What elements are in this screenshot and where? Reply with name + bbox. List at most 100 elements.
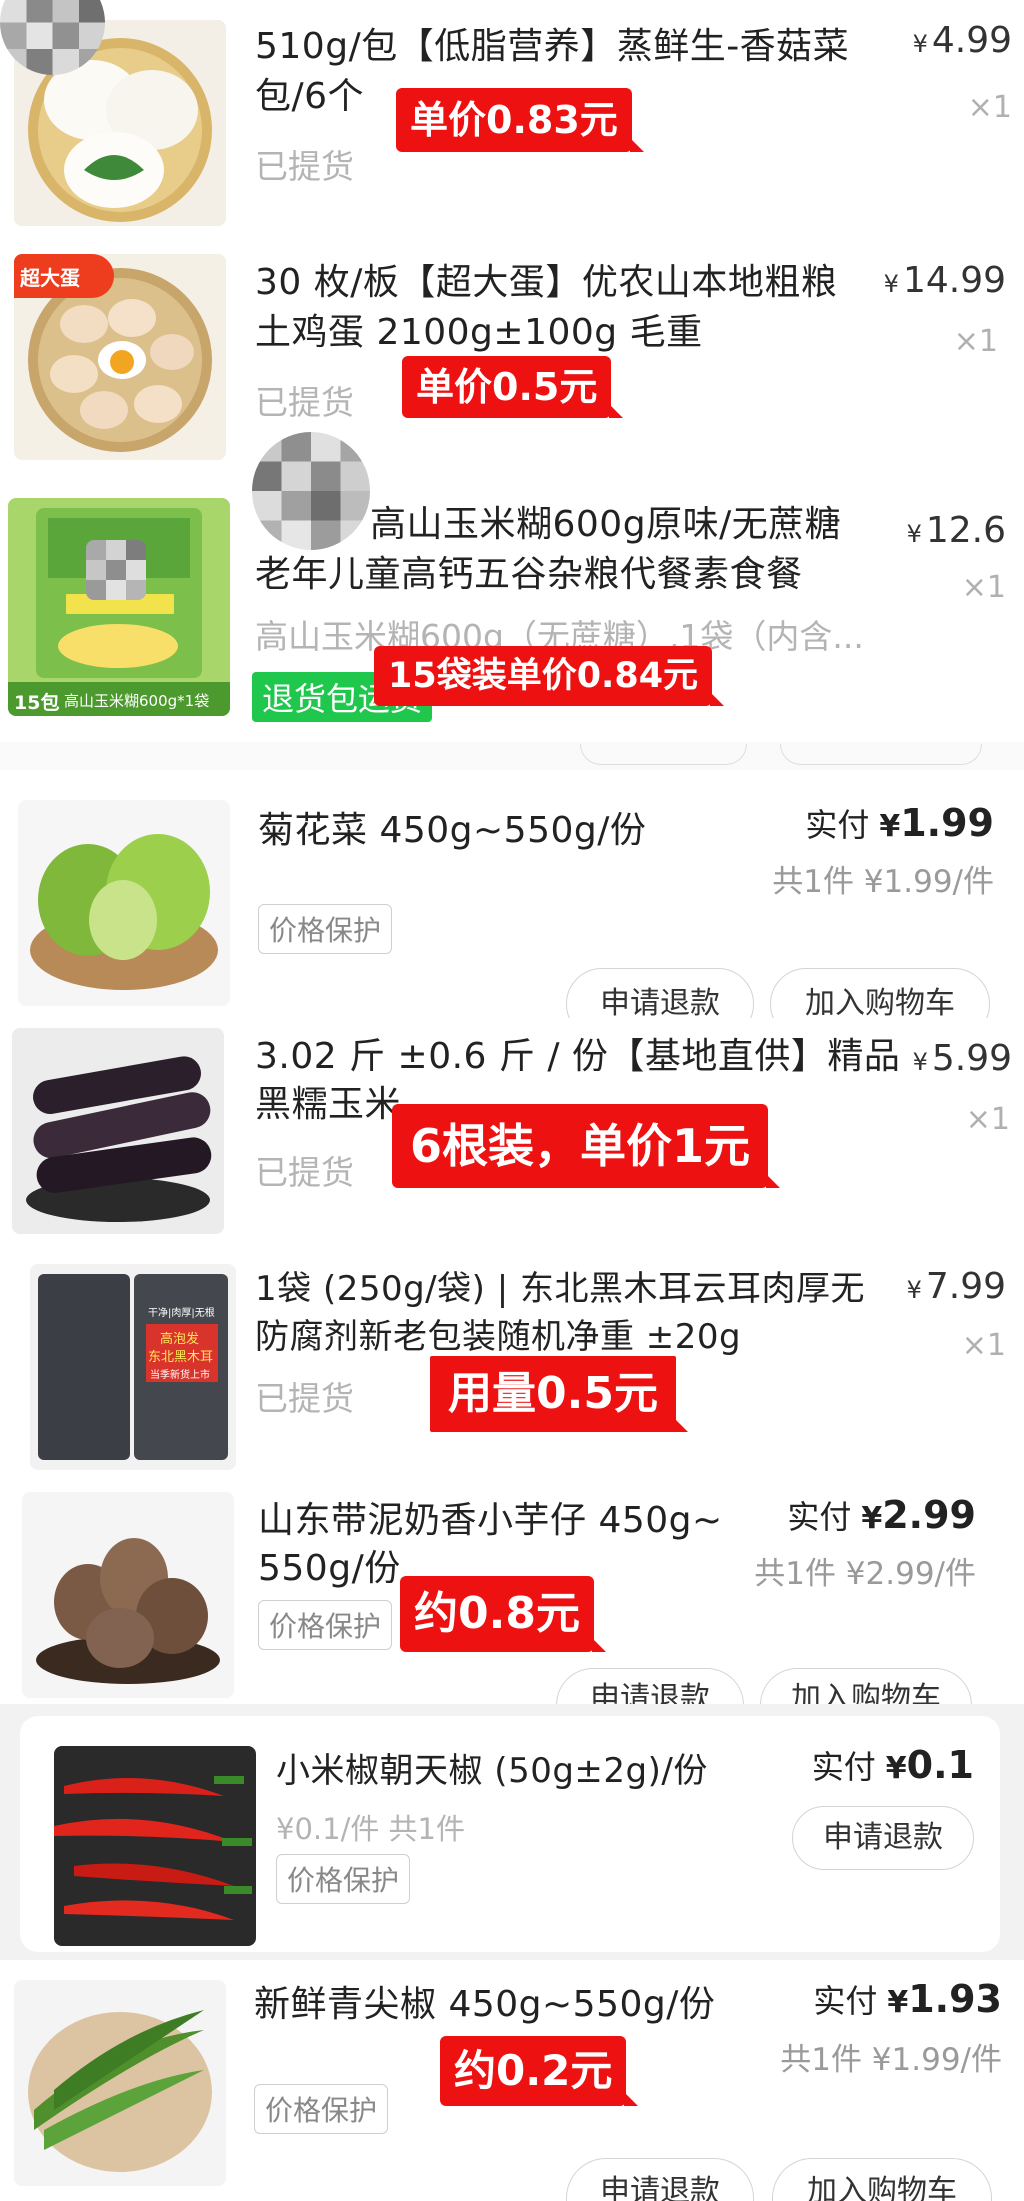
- product-image-green-pepper[interactable]: [14, 1980, 226, 2186]
- annotation-label: 用量0.5元: [430, 1356, 688, 1432]
- product-title-line1[interactable]: 3.02 斤 ±0.6 斤 / 份【基地直供】精品: [255, 1032, 900, 1082]
- quantity: ×1: [953, 324, 998, 359]
- quantity: ×1: [967, 90, 1012, 125]
- currency-symbol: ¥: [906, 520, 922, 548]
- product-title-line1[interactable]: 510g/包【低脂营养】蒸鲜生-香菇菜: [255, 22, 849, 72]
- per-item-price: 共1件 ¥1.99/件: [772, 864, 994, 900]
- per-item-price: ¥0.1/件 共1件: [276, 1812, 466, 1846]
- currency-symbol: ¥: [912, 1048, 928, 1076]
- annotation-label: 单价0.5元: [402, 356, 624, 418]
- thumb-caption-count: 15包: [14, 692, 60, 714]
- paid-label: 实付: [805, 806, 870, 844]
- unit-price: ¥7.99: [907, 1266, 1006, 1307]
- annotation-label: 6根装，单价1元: [392, 1104, 781, 1188]
- paid-amount: 实付 ¥0.1: [812, 1742, 974, 1788]
- unit-price: ¥14.99: [884, 260, 1006, 301]
- paid-amount: 实付 ¥2.99: [787, 1492, 976, 1538]
- price-value: 7.99: [925, 1266, 1006, 1307]
- unit-price: ¥5.99: [913, 1038, 1012, 1079]
- price-protection-tag[interactable]: 价格保护: [258, 904, 393, 954]
- product-title-line2[interactable]: 防腐剂新老包装随机净重 ±20g: [255, 1312, 741, 1362]
- quantity: ×1: [965, 1102, 1010, 1137]
- thumb-badge: 超大蛋: [20, 266, 80, 290]
- unit-price: ¥12.6: [907, 510, 1006, 551]
- product-image-corn-porridge[interactable]: 15包 高山玉米糊600g*1袋: [8, 498, 230, 716]
- per-item-price: 共1件 ¥1.99/件: [780, 2042, 1002, 2078]
- thumb-tag: 干净|肉厚|无根: [148, 1308, 215, 1319]
- product-title-line1[interactable]: 山东带泥奶香小芋仔 450g~: [258, 1496, 723, 1546]
- quantity: ×1: [961, 570, 1006, 605]
- paid-value: 2.99: [882, 1493, 976, 1537]
- paid-value: 0.1: [906, 1743, 974, 1787]
- paid-value: 1.93: [908, 1977, 1002, 2021]
- annotation-label: 约0.2元: [440, 2036, 639, 2106]
- currency-symbol: ¥: [885, 1751, 907, 1786]
- status-picked-up: 已提货: [255, 147, 354, 186]
- product-title-line2[interactable]: 老年儿童高钙五谷杂粮代餐素食餐: [255, 550, 803, 600]
- price-value: 12.6: [925, 510, 1006, 551]
- price-value: 4.99: [931, 20, 1012, 61]
- product-title-line1[interactable]: 新鲜青尖椒 450g~550g/份: [254, 1980, 715, 2030]
- price-protection-tag[interactable]: 价格保护: [258, 1600, 393, 1650]
- paid-label: 实付: [813, 1982, 878, 2020]
- product-title-line1[interactable]: 1袋 (250g/袋) | 东北黑木耳云耳肉厚无: [255, 1264, 865, 1314]
- product-image-black-corn[interactable]: [12, 1028, 224, 1234]
- quantity: ×1: [961, 1328, 1006, 1363]
- currency-symbol: ¥: [861, 1501, 883, 1536]
- thumb-tag: 东北黑木耳: [148, 1350, 214, 1365]
- paid-value: 1.99: [900, 801, 994, 845]
- status-picked-up: 已提货: [255, 383, 354, 422]
- annotation-label: 约0.8元: [400, 1576, 606, 1652]
- order-item-black-corn[interactable]: 3.02 斤 ±0.6 斤 / 份【基地直供】精品 黑糯玉米 已提货 ¥5.99…: [0, 1018, 1024, 1250]
- product-title-line2[interactable]: 包/6个: [255, 72, 364, 122]
- product-title-line1[interactable]: 30 枚/板【超大蛋】优农山本地粗粮: [255, 258, 837, 308]
- blurred-mosaic-1: [252, 432, 370, 550]
- paid-amount: 实付 ¥1.99: [805, 800, 994, 846]
- add-to-cart-button[interactable]: 加入购物车: [760, 1668, 972, 1705]
- order-item-eggs[interactable]: 超大蛋 30 枚/板【超大蛋】优农山本地粗粮 土鸡蛋 2100g±100g 毛重…: [0, 240, 1024, 480]
- product-title-line1[interactable]: 菊花菜 450g~550g/份: [258, 806, 646, 856]
- currency-symbol: ¥: [879, 809, 901, 844]
- price-protection-tag[interactable]: 价格保护: [254, 2084, 389, 2134]
- request-refund-button[interactable]: 申请退款: [566, 2158, 754, 2201]
- order-item-chrysanthemum[interactable]: 菊花菜 450g~550g/份 实付 ¥1.99 共1件 ¥1.99/件 价格保护…: [0, 770, 1024, 1040]
- paid-label: 实付: [787, 1498, 852, 1536]
- order-item-black-fungus[interactable]: 干净|肉厚|无根 高泡发 东北黑木耳 当季新货上市 1袋 (250g/袋) | …: [0, 1250, 1024, 1482]
- status-picked-up: 已提货: [255, 1379, 354, 1418]
- product-image-taro[interactable]: [22, 1492, 234, 1698]
- product-image-eggs[interactable]: 超大蛋: [14, 254, 226, 460]
- order-item-buns[interactable]: 510g/包【低脂营养】蒸鲜生-香菇菜 包/6个 已提货 ¥4.99 ×1 单价…: [0, 0, 1024, 240]
- currency-symbol: ¥: [887, 1985, 909, 2020]
- order-item-corn-porridge[interactable]: 15包 高山玉米糊600g*1袋 高山玉米糊600g原味/无蔗糖 老年儿童高钙五…: [0, 432, 1024, 742]
- product-title-line2[interactable]: 550g/份: [258, 1544, 401, 1594]
- cutoff-button-ghost: [780, 744, 982, 765]
- product-title-line1[interactable]: 小米椒朝天椒 (50g±2g)/份: [276, 1746, 708, 1796]
- product-title-line2[interactable]: 黑糯玉米: [255, 1080, 401, 1130]
- product-image-chili[interactable]: [54, 1746, 256, 1946]
- product-title-line2[interactable]: 土鸡蛋 2100g±100g 毛重: [255, 308, 703, 358]
- thumb-tag: 当季新货上市: [150, 1370, 210, 1381]
- currency-symbol: ¥: [883, 270, 899, 298]
- product-image-black-fungus[interactable]: 干净|肉厚|无根 高泡发 东北黑木耳 当季新货上市: [30, 1264, 236, 1470]
- paid-amount: 实付 ¥1.93: [813, 1976, 1002, 2022]
- product-title-line1[interactable]: 高山玉米糊600g原味/无蔗糖: [370, 500, 841, 550]
- currency-symbol: ¥: [912, 30, 928, 58]
- add-to-cart-button[interactable]: 加入购物车: [772, 2158, 992, 2201]
- product-image-greens[interactable]: [18, 800, 230, 1006]
- order-item-chili[interactable]: 小米椒朝天椒 (50g±2g)/份 ¥0.1/件 共1件 价格保护 实付 ¥0.1…: [20, 1716, 1000, 1952]
- price-value: 5.99: [931, 1038, 1012, 1079]
- status-picked-up: 已提货: [255, 1153, 354, 1192]
- thumb-tag: 高泡发: [160, 1332, 200, 1347]
- request-refund-button[interactable]: 申请退款: [792, 1806, 974, 1870]
- price-value: 14.99: [902, 260, 1006, 301]
- annotation-label: 单价0.83元: [396, 88, 644, 152]
- order-item-taro[interactable]: 山东带泥奶香小芋仔 450g~ 550g/份 实付 ¥2.99 共1件 ¥2.99…: [0, 1482, 1024, 1705]
- order-item-green-pepper[interactable]: 新鲜青尖椒 450g~550g/份 实付 ¥1.93 共1件 ¥1.99/件 价格…: [0, 1960, 1024, 2201]
- unit-price: ¥4.99: [913, 20, 1012, 61]
- request-refund-button[interactable]: 申请退款: [556, 1668, 744, 1705]
- thumb-caption-name: 高山玉米糊600g*1袋: [64, 692, 210, 710]
- per-item-price: 共1件 ¥2.99/件: [754, 1556, 976, 1592]
- cutoff-button-ghost: [580, 744, 747, 765]
- annotation-label: 15袋装单价0.84元: [374, 646, 725, 706]
- price-protection-tag[interactable]: 价格保护: [276, 1854, 411, 1904]
